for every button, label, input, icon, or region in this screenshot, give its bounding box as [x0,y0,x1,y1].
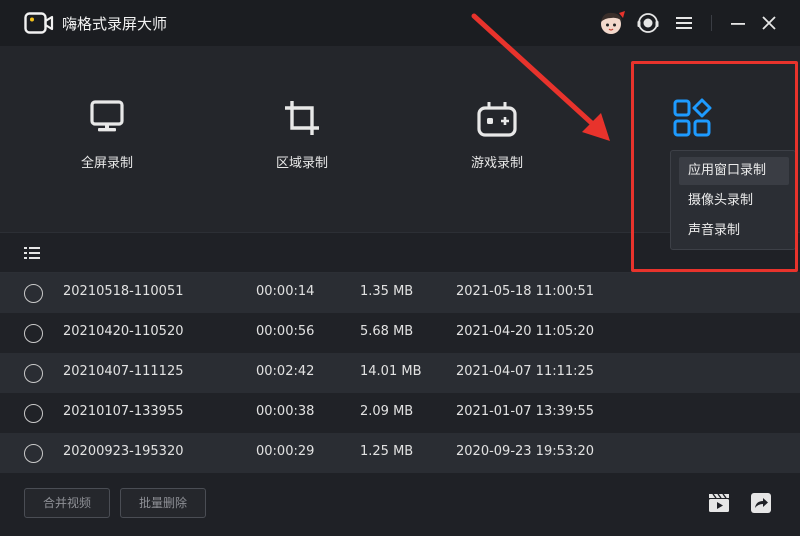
file-name: 20200923-195320 [63,444,184,459]
mode-label: 游戏录制 [470,156,523,171]
file-size: 14.01 MB [360,364,422,379]
file-date: 2021-04-07 11:11:25 [456,364,595,379]
annotation-highlight-box [631,61,798,272]
share-icon[interactable] [750,492,772,514]
file-duration: 00:00:38 [256,404,315,419]
file-size: 5.68 MB [360,324,414,339]
table-row[interactable]: 20210420-110520 00:00:56 5.68 MB 2021-04… [0,313,800,353]
support-icon[interactable] [636,11,660,35]
app-title: 嗨格式录屏大师 [62,15,168,33]
file-date: 2020-09-23 19:53:20 [456,444,595,459]
clapperboard-icon[interactable] [707,492,731,514]
title-bar: 嗨格式录屏大师 [0,0,800,46]
file-duration: 00:00:29 [256,444,315,459]
merge-videos-button[interactable]: 合并视频 [24,488,110,518]
table-row[interactable]: 20200923-195320 00:00:29 1.25 MB 2020-09… [0,433,800,473]
row-checkbox[interactable] [24,404,43,423]
row-checkbox[interactable] [24,284,43,303]
mode-label: 全屏录制 [80,156,133,171]
file-duration: 00:00:56 [256,324,315,339]
file-duration: 00:00:14 [256,284,315,299]
mode-label: 区域录制 [275,156,328,171]
titlebar-divider [711,15,712,31]
file-size: 2.09 MB [360,404,414,419]
row-checkbox[interactable] [24,444,43,463]
file-duration: 00:02:42 [256,364,315,379]
file-name: 20210518-110051 [63,284,184,299]
menu-icon[interactable] [673,11,695,35]
row-checkbox[interactable] [24,324,43,343]
table-row[interactable]: 20210107-133955 00:00:38 2.09 MB 2021-01… [0,393,800,433]
video-camera-icon [24,12,54,34]
file-date: 2021-04-20 11:05:20 [456,324,595,339]
mode-region[interactable]: 区域录制 [242,98,362,188]
table-row[interactable]: 20210518-110051 00:00:14 1.35 MB 2021-05… [0,273,800,313]
row-checkbox[interactable] [24,364,43,383]
close-icon[interactable] [758,11,780,35]
mode-fullscreen[interactable]: 全屏录制 [47,98,167,188]
file-name: 20210407-111125 [63,364,184,379]
minimize-icon[interactable] [727,11,749,35]
monitor-icon [90,100,124,132]
table-row[interactable]: 20210407-111125 00:02:42 14.01 MB 2021-0… [0,353,800,393]
footer-bar: 合并视频 批量删除 [0,473,800,536]
recordings-list: 20210518-110051 00:00:14 1.35 MB 2021-05… [0,273,800,473]
file-name: 20210420-110520 [63,324,184,339]
file-name: 20210107-133955 [63,404,184,419]
list-view-icon[interactable] [24,245,40,261]
file-size: 1.35 MB [360,284,414,299]
crop-icon [285,101,319,135]
file-date: 2021-01-07 13:39:55 [456,404,595,419]
file-size: 1.25 MB [360,444,414,459]
batch-delete-button[interactable]: 批量删除 [120,488,206,518]
file-date: 2021-05-18 11:00:51 [456,284,595,299]
annotation-arrow-icon [471,13,610,141]
